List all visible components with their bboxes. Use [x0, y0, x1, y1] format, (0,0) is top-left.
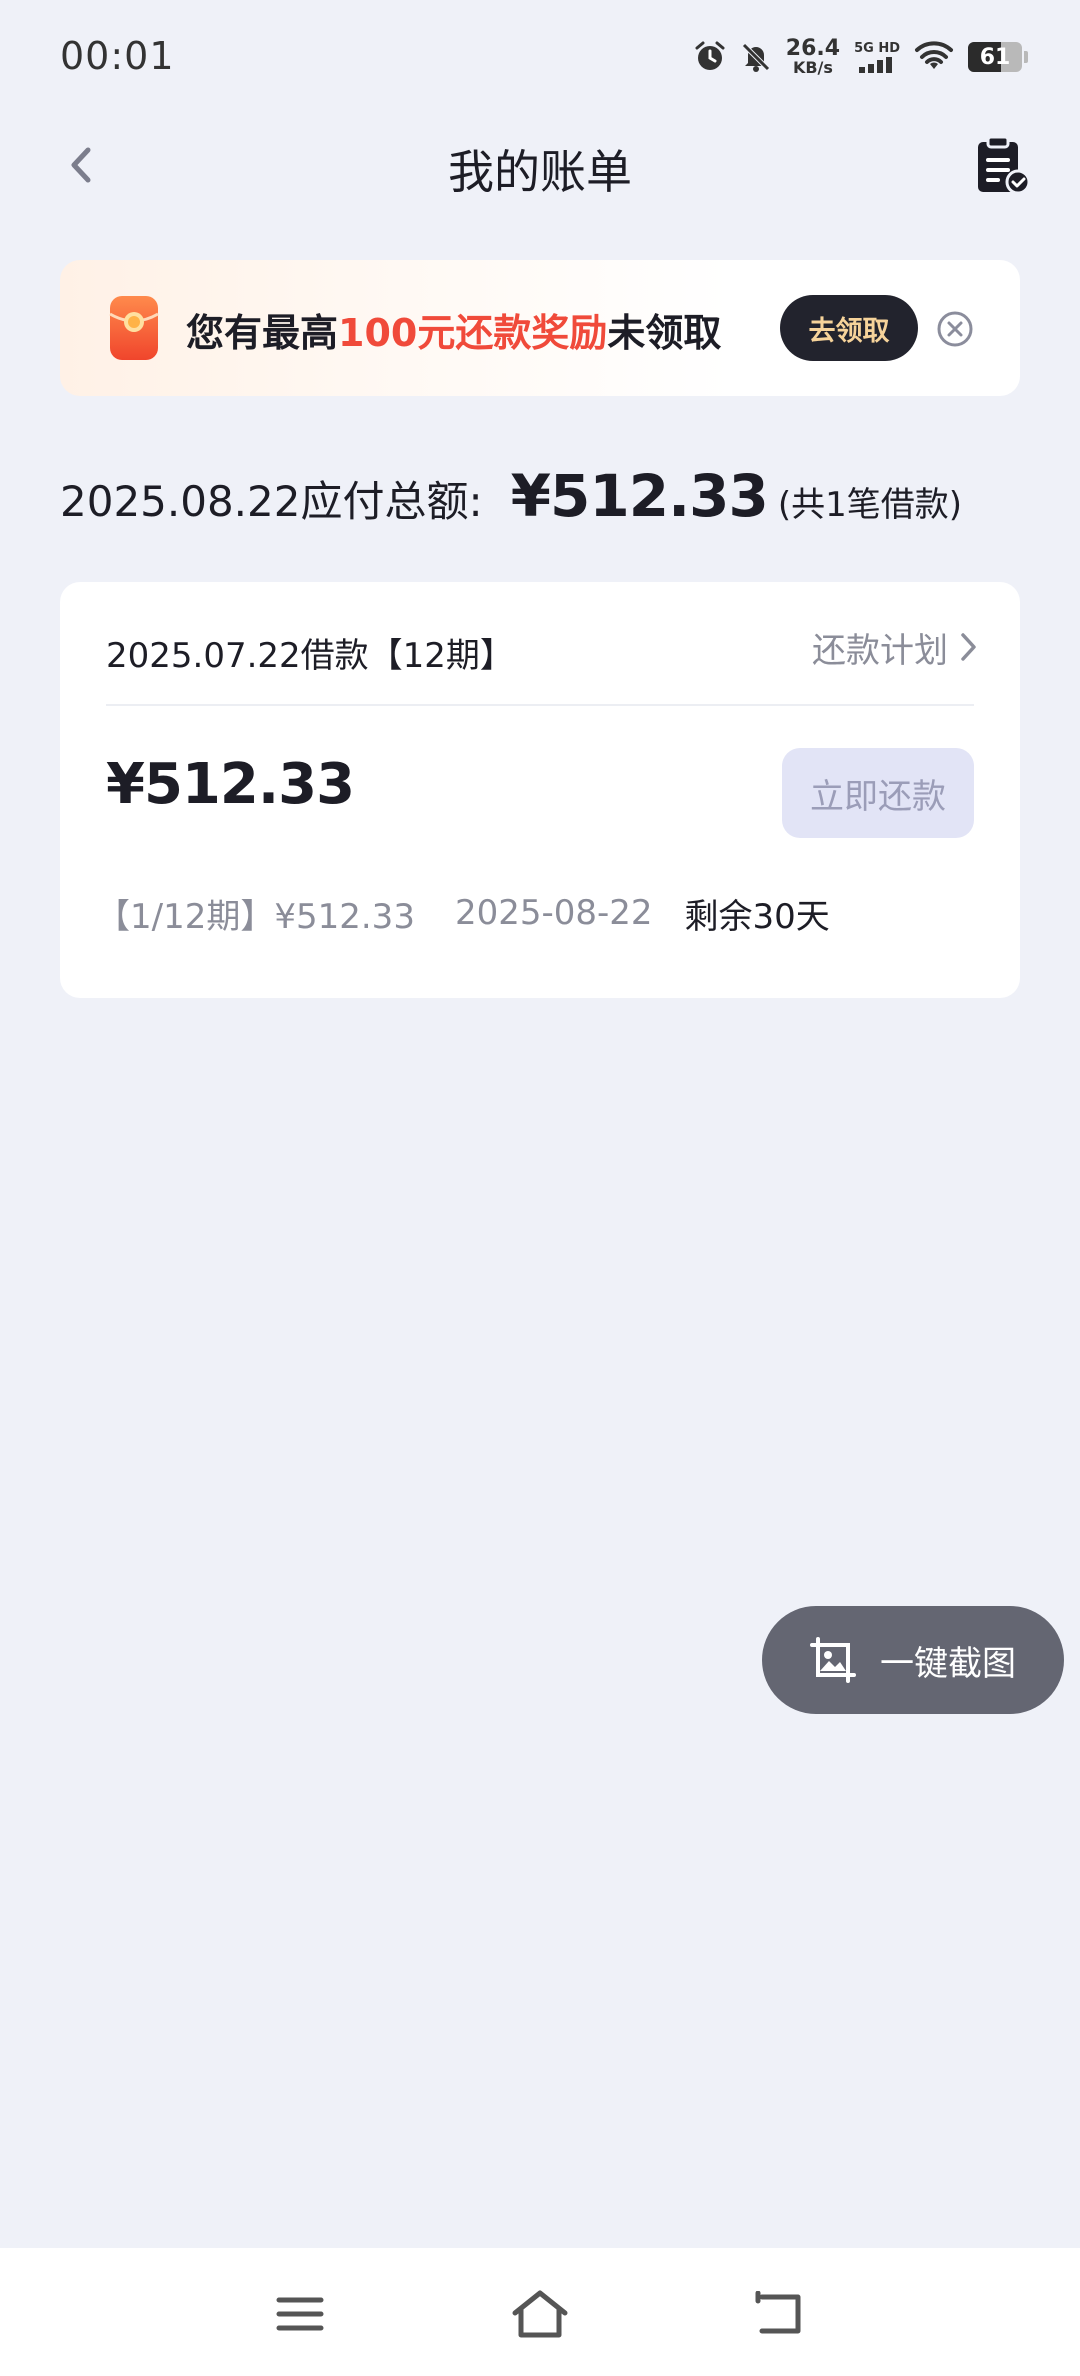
status-bar: 00:01 26.4 KB/s 5G HD 61: [0, 0, 1080, 110]
header: 我的账单: [0, 120, 1080, 210]
mute-bell-icon: [740, 41, 772, 73]
clipboard-check-icon: [978, 135, 1031, 195]
red-envelope-icon: [106, 292, 162, 368]
return-icon: [755, 2291, 801, 2334]
screenshot-button[interactable]: 一键截图: [762, 1606, 1064, 1714]
loan-amount: ¥512.33: [106, 752, 355, 817]
loan-count: (共1笔借款): [777, 485, 962, 525]
divider: [106, 704, 974, 706]
circle-x-icon[interactable]: [936, 310, 974, 348]
nav-menu-button[interactable]: [270, 2284, 330, 2344]
screenshot-label: 一键截图: [880, 1643, 1016, 1684]
system-nav-bar: [0, 2248, 1080, 2376]
menu-icon: [276, 2297, 324, 2331]
nav-home-button[interactable]: [510, 2284, 570, 2344]
nav-back-button[interactable]: [750, 2284, 810, 2344]
repayment-plan-link[interactable]: 还款计划: [812, 622, 980, 672]
loan-card: 2025.07.22借款【12期】 还款计划 ¥512.33 立即还款 【1/1…: [60, 582, 1020, 998]
battery-icon: 61: [968, 42, 1028, 72]
chevron-right-icon: [961, 633, 976, 661]
net-speed: 26.4 KB/s: [786, 38, 840, 76]
image-crop-icon: [810, 1637, 856, 1683]
page-title: 我的账单: [448, 145, 632, 199]
installment-row: 【1/12期】¥512.33 2025-08-22 剩余30天: [96, 888, 830, 938]
claim-button[interactable]: 去领取: [780, 295, 918, 361]
banner-text: 您有最高100元还款奖励未领取: [186, 302, 721, 357]
cellular-signal: 5G HD: [854, 42, 900, 73]
total-due-label: 2025.08.22应付总额:: [60, 477, 483, 526]
status-icons: 26.4 KB/s 5G HD 61: [694, 34, 1028, 80]
repayment-plan-label: 还款计划: [812, 630, 948, 671]
banner-text-prefix: 您有最高: [186, 311, 339, 355]
installment-info: 【1/12期】¥512.33: [96, 896, 415, 937]
reward-banner[interactable]: 您有最高100元还款奖励未领取 去领取: [60, 260, 1020, 396]
status-time: 00:01: [60, 34, 175, 78]
net-speed-unit: KB/s: [792, 58, 833, 77]
net-speed-value: 26.4: [785, 36, 841, 61]
loan-title: 2025.07.22借款【12期】: [106, 636, 514, 676]
total-due: 2025.08.22应付总额: ¥512.33 (共1笔借款): [60, 462, 962, 532]
total-due-amount: ¥512.33: [510, 462, 769, 530]
banner-text-suffix: 未领取: [607, 311, 722, 355]
alarm-icon: [694, 41, 726, 73]
due-date: 2025-08-22: [454, 893, 653, 933]
signal-bars-icon: [859, 56, 893, 73]
pay-now-button[interactable]: 立即还款: [782, 748, 974, 838]
banner-text-highlight: 100元还款奖励: [338, 311, 608, 355]
battery-level: 61: [979, 44, 1011, 70]
network-label: 5G HD: [854, 40, 900, 56]
home-icon: [512, 2290, 568, 2338]
bill-history-button[interactable]: [972, 134, 1034, 196]
screen: 00:01 26.4 KB/s 5G HD 61 我的账单 您有最高100元还款…: [0, 0, 1080, 2376]
wifi-icon: [914, 41, 954, 73]
days-remaining: 剩余30天: [684, 896, 830, 937]
